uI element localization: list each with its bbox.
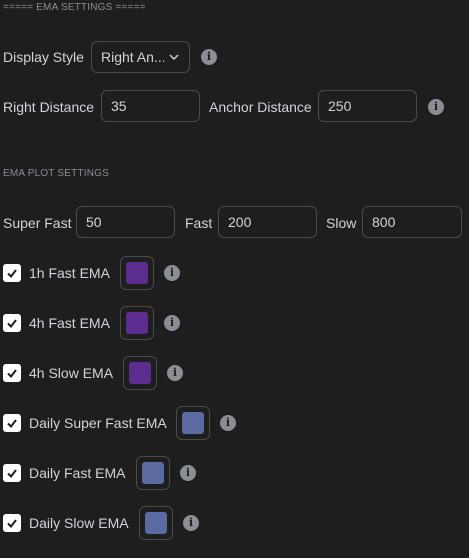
display-style-label: Display Style	[3, 49, 84, 65]
ema-item-label: Daily Slow EMA	[29, 515, 129, 531]
color-fill	[126, 262, 148, 284]
checkbox[interactable]	[3, 514, 21, 532]
info-icon[interactable]: i	[167, 365, 183, 381]
color-fill	[142, 462, 164, 484]
info-icon[interactable]: i	[201, 49, 217, 65]
color-swatch[interactable]	[136, 456, 170, 490]
checkbox[interactable]	[3, 314, 21, 332]
check-icon	[7, 269, 17, 279]
checkbox[interactable]	[3, 414, 21, 432]
check-icon	[7, 419, 17, 429]
color-fill	[182, 412, 204, 434]
checkbox[interactable]	[3, 364, 21, 382]
color-fill	[126, 312, 148, 334]
info-icon[interactable]: i	[164, 265, 180, 281]
info-icon[interactable]: i	[220, 415, 236, 431]
super-fast-label: Super Fast	[3, 215, 72, 231]
info-icon[interactable]: i	[428, 99, 444, 115]
info-icon[interactable]: i	[180, 465, 196, 481]
right-distance-input[interactable]: 35	[101, 90, 200, 122]
color-swatch[interactable]	[120, 256, 154, 290]
super-fast-input[interactable]: 50	[76, 206, 175, 238]
color-swatch[interactable]	[120, 306, 154, 340]
checkbox[interactable]	[3, 464, 21, 482]
check-icon	[7, 469, 17, 479]
check-icon	[7, 319, 17, 329]
ema-item-label: 4h Slow EMA	[29, 365, 114, 381]
info-icon[interactable]: i	[183, 515, 199, 531]
ema-settings-header: ===== EMA SETTINGS =====	[3, 2, 146, 13]
ema-plot-settings-header: EMA PLOT SETTINGS	[3, 168, 110, 179]
right-distance-label: Right Distance	[3, 99, 95, 115]
anchor-distance-label: Anchor Distance	[209, 99, 312, 115]
checkbox[interactable]	[3, 264, 21, 282]
anchor-distance-input[interactable]: 250	[318, 90, 417, 122]
color-fill	[129, 362, 151, 384]
slow-input[interactable]: 800	[362, 206, 462, 238]
ema-item-label: 1h Fast EMA	[29, 265, 110, 281]
check-icon	[7, 369, 17, 379]
color-swatch[interactable]	[139, 506, 173, 540]
info-icon[interactable]: i	[164, 315, 180, 331]
color-fill	[145, 512, 167, 534]
fast-input[interactable]: 200	[218, 206, 317, 238]
slow-label: Slow	[326, 215, 357, 231]
ema-item-label: Daily Fast EMA	[29, 465, 126, 481]
display-style-value: Right An...	[101, 49, 164, 65]
ema-item-label: Daily Super Fast EMA	[29, 415, 167, 431]
display-style-select[interactable]: Right An...	[91, 41, 190, 73]
chevron-down-icon	[169, 54, 179, 60]
check-icon	[7, 519, 17, 529]
ema-item-label: 4h Fast EMA	[29, 315, 110, 331]
fast-label: Fast	[185, 215, 213, 231]
color-swatch[interactable]	[123, 356, 157, 390]
color-swatch[interactable]	[176, 406, 210, 440]
